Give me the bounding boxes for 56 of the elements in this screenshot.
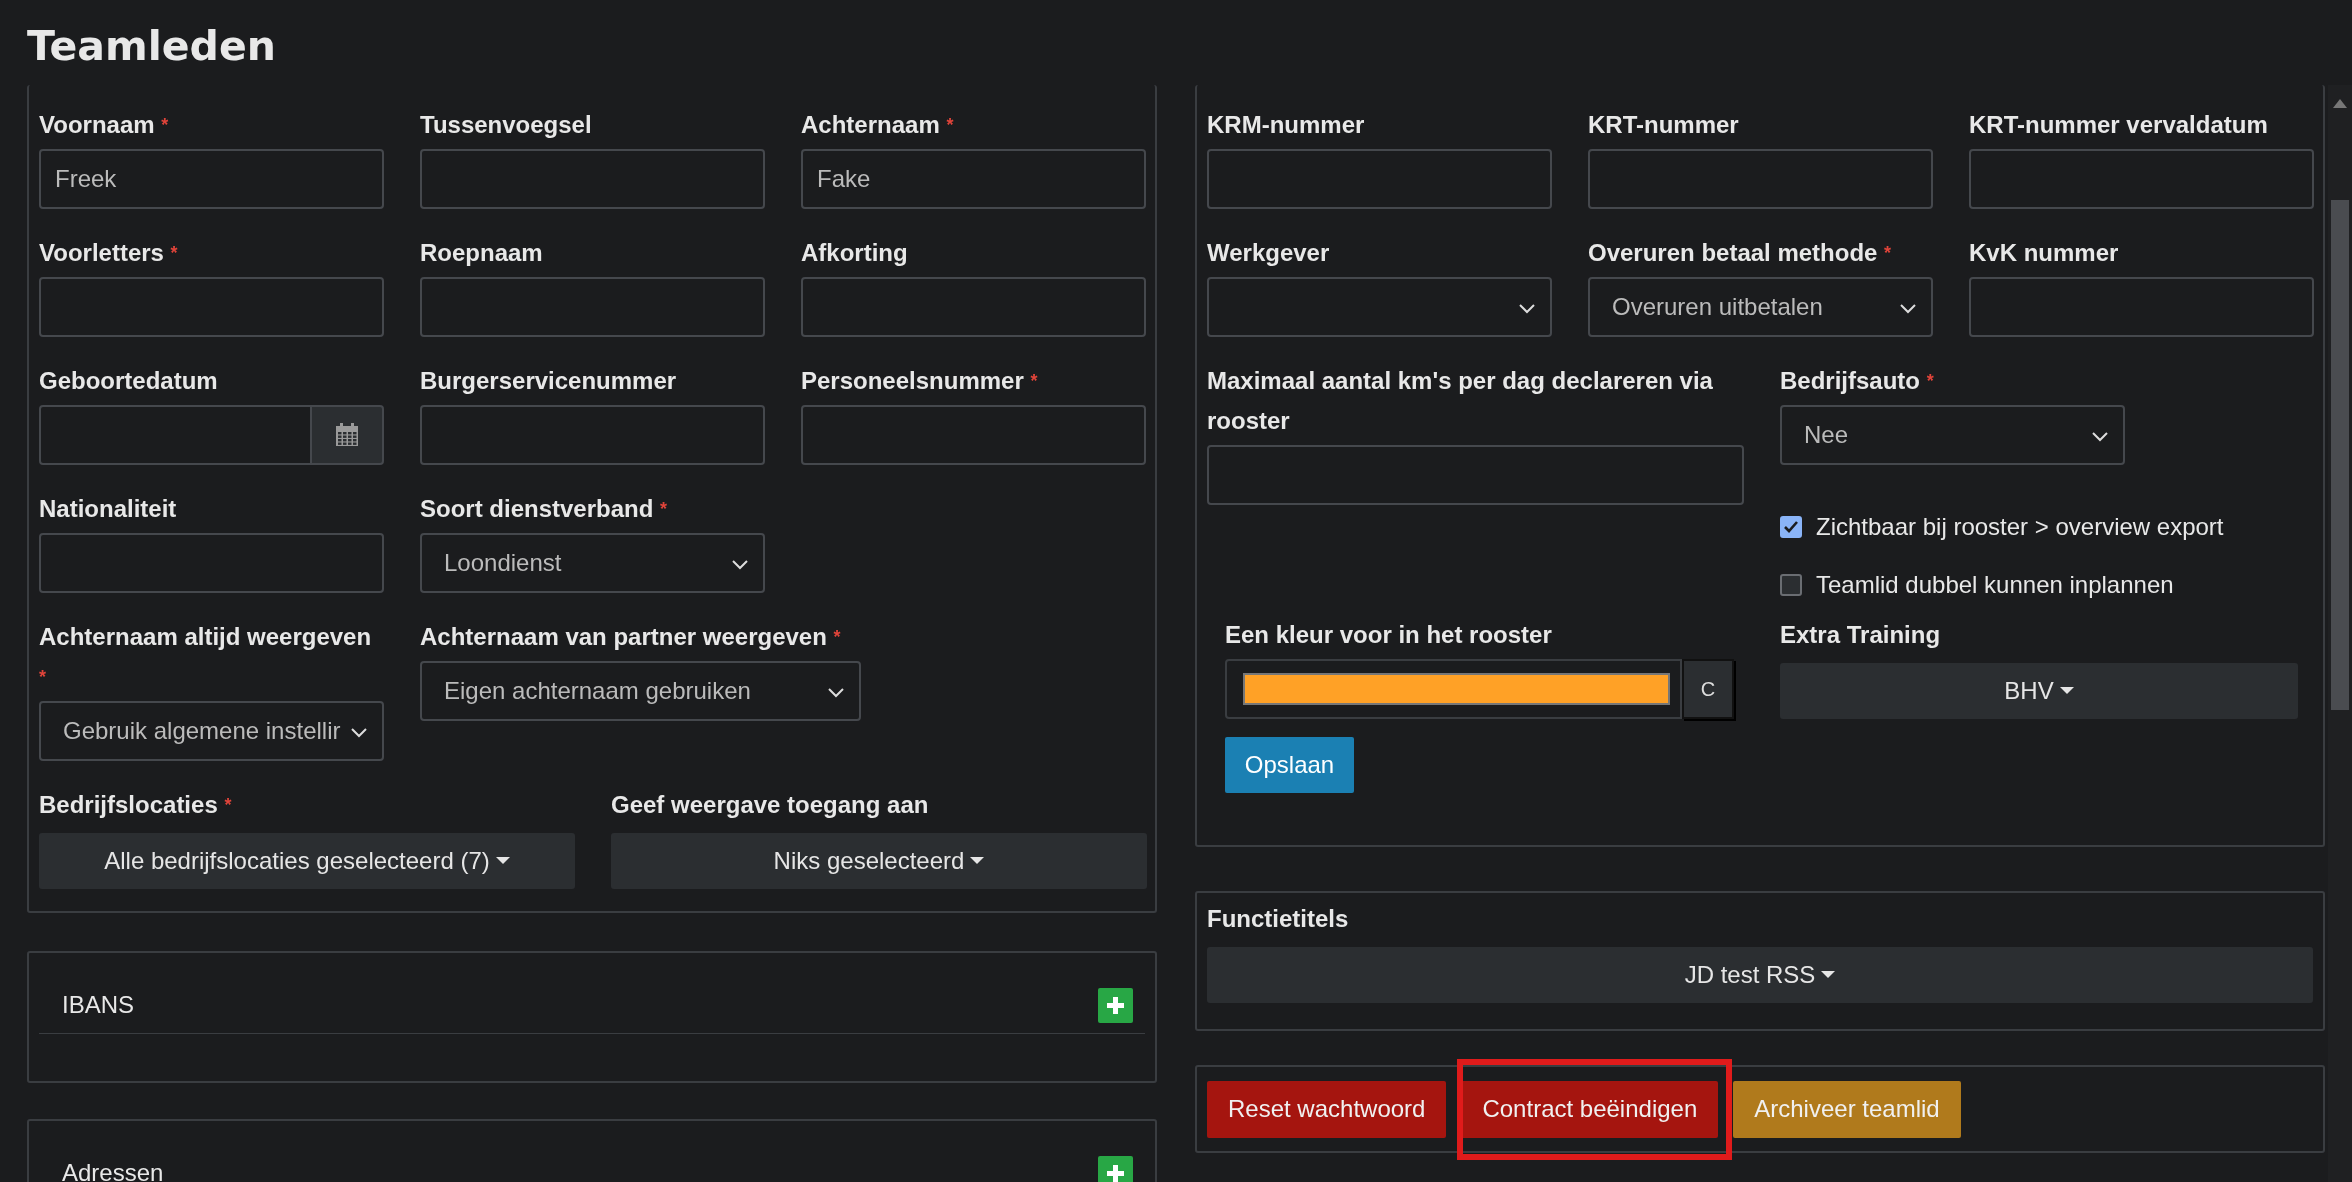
dropdown-button[interactable]: Alle bedrijfslocaties geselecteerd (7) (39, 833, 575, 889)
page-title: Teamleden (26, 21, 277, 72)
field-label: Tussenvoegsel (420, 111, 592, 138)
field-label: Achternaam van partner weergeven (420, 623, 827, 650)
required-asterisk: * (1884, 243, 1892, 263)
field-label: KvK nummer (1969, 239, 2119, 266)
action-button[interactable]: Reset wachtwoord (1207, 1080, 1447, 1138)
required-asterisk: * (224, 795, 232, 815)
required-asterisk: * (660, 499, 668, 519)
field-label: Roepnaam (420, 239, 543, 266)
dropdown-button[interactable]: Niks geselecteerd (611, 833, 1147, 889)
field-label: Soort dienstverband (420, 495, 654, 522)
field-label: Werkgever (1207, 239, 1330, 266)
dropdown-button[interactable]: BHV (1780, 663, 2298, 719)
required-asterisk: * (833, 627, 841, 647)
checkbox-label: Teamlid dubbel kunnen inplannen (1816, 571, 2174, 599)
select-field[interactable]: Gebruik algemene instellir (39, 701, 384, 761)
text-field[interactable]: Fake (801, 149, 1146, 209)
field-label: KRT-nummer (1588, 111, 1739, 138)
save-button[interactable]: Opslaan (1225, 737, 1354, 793)
select-field[interactable]: Loondienst (420, 533, 765, 593)
select-field[interactable]: Overuren uitbetalen (1588, 277, 1933, 337)
field-label: Bedrijfslocaties (39, 791, 218, 818)
field-label: Een kleur voor in het rooster (1225, 621, 1552, 648)
select-field[interactable]: Eigen achternaam gebruiken (420, 661, 861, 721)
checkbox-label: Zichtbaar bij rooster > overview export (1816, 513, 2224, 541)
required-asterisk: * (1030, 371, 1038, 391)
field-label: KRM-nummer (1207, 111, 1365, 138)
section-title: IBANS (62, 991, 135, 1019)
field-label: Achternaam (801, 111, 940, 138)
required-asterisk: * (161, 115, 169, 135)
field-label: Burgerservicenummer (420, 367, 677, 394)
field-label: Nationaliteit (39, 495, 177, 522)
field-label: Functietitels (1207, 905, 1349, 932)
field-label: Personeelsnummer (801, 367, 1024, 394)
color-button[interactable]: C (1682, 659, 1734, 719)
field-label: Geef weergave toegang aan (611, 791, 929, 818)
text-field[interactable]: Freek (39, 149, 384, 209)
required-asterisk: * (170, 243, 178, 263)
dropdown-button[interactable]: JD test RSS (1207, 947, 2313, 1003)
field-label: Afkorting (801, 239, 908, 266)
field-label: Overuren betaal methode (1588, 239, 1878, 266)
field-label: Geboortedatum (39, 367, 218, 394)
field-label: Maximaal aantal km's per dag declareren via rooster (1207, 367, 1713, 434)
field-label: Achternaam altijd weergeven (39, 623, 372, 650)
required-asterisk: * (946, 115, 954, 135)
section-title: Adressen (62, 1159, 164, 1182)
field-label: Extra Training (1780, 621, 1941, 648)
required-asterisk: * (39, 667, 46, 687)
required-asterisk: * (1926, 371, 1934, 391)
field-label: KRT-nummer vervaldatum (1969, 111, 2268, 138)
action-button[interactable]: Contract beëindigen (1461, 1080, 1719, 1138)
field-label: Voorletters (39, 239, 164, 266)
field-label: Voornaam (39, 111, 155, 138)
select-field[interactable]: Nee (1780, 405, 2125, 465)
field-label: Bedrijfsauto (1780, 367, 1920, 394)
